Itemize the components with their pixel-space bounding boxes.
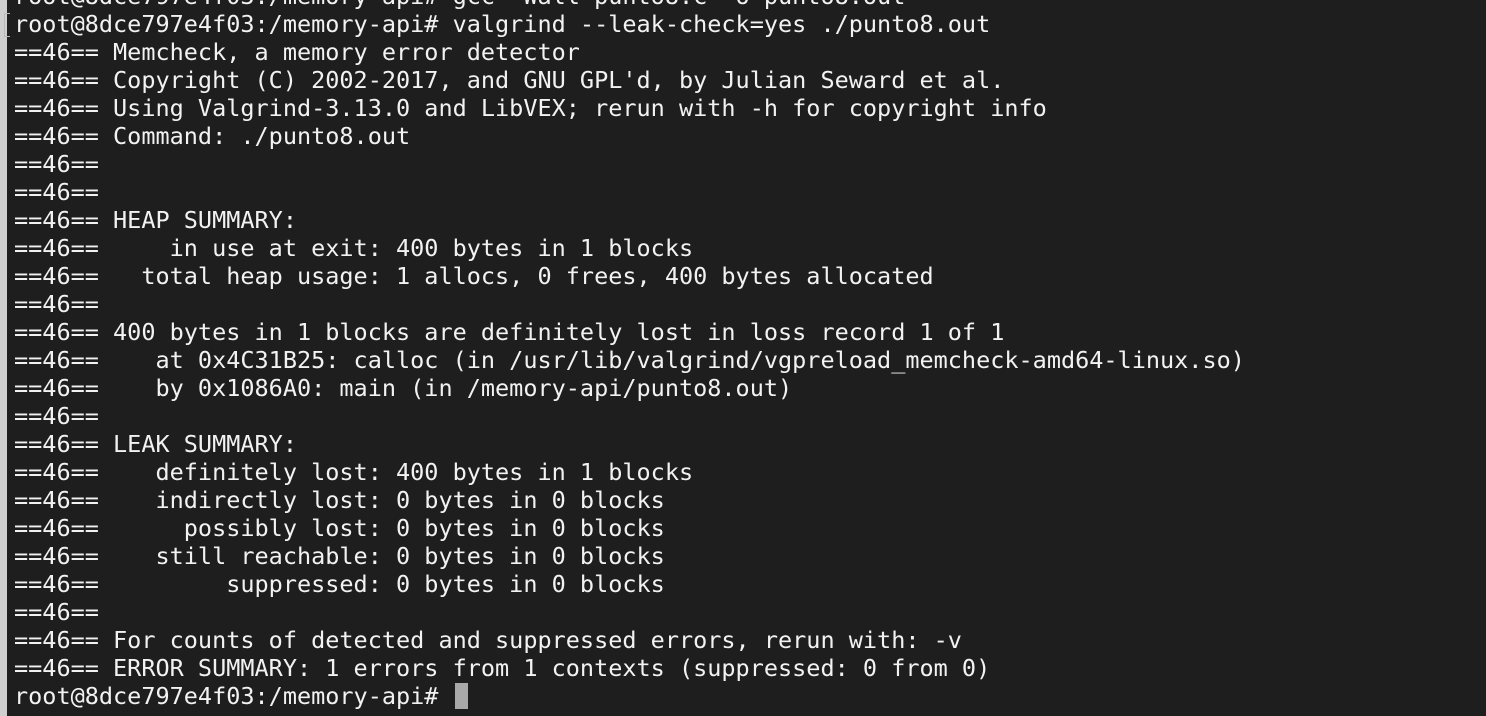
output-line: ==46== Command: ./punto8.out — [14, 122, 411, 150]
output-line: ==46== indirectly lost: 0 bytes in 0 blo… — [14, 486, 665, 514]
output-line: ==46== still reachable: 0 bytes in 0 blo… — [14, 542, 665, 570]
terminal-output: root@8dce797e4f03:/memory-api# gcc -Wall… — [14, 0, 1245, 710]
output-line: ==46== Memcheck, a memory error detector — [14, 38, 580, 66]
output-line: ==46== definitely lost: 400 bytes in 1 b… — [14, 458, 694, 486]
output-line: ==46== 400 bytes in 1 blocks are definit… — [14, 318, 1005, 346]
output-line: ==46== LEAK SUMMARY: — [14, 430, 297, 458]
output-line: ==46== HEAP SUMMARY: — [14, 206, 297, 234]
output-line: ==46== For counts of detected and suppre… — [14, 626, 962, 654]
shell-prompt-line[interactable]: root@8dce797e4f03:/memory-api# — [14, 682, 1245, 710]
output-line: ==46== ERROR SUMMARY: 1 errors from 1 co… — [14, 654, 991, 682]
output-line: ==46== — [14, 290, 99, 318]
text-cursor — [454, 683, 468, 709]
output-line: ==46== possibly lost: 0 bytes in 0 block… — [14, 514, 665, 542]
output-line: ==46== — [14, 598, 99, 626]
previous-command-line: root@8dce797e4f03:/memory-api# gcc -Wall… — [14, 0, 1245, 10]
shell-prompt: root@8dce797e4f03:/memory-api# — [14, 682, 453, 710]
output-line: ==46== — [14, 178, 99, 206]
output-line: ==46== Using Valgrind-3.13.0 and LibVEX;… — [14, 94, 1047, 122]
output-line: ==46== by 0x1086A0: main (in /memory-api… — [14, 374, 793, 402]
output-line: ==46== total heap usage: 1 allocs, 0 fre… — [14, 262, 934, 290]
command-mark-bracket — [4, 13, 10, 37]
output-line: ==46== — [14, 150, 99, 178]
background-window-edge — [0, 0, 7, 716]
terminal-window[interactable]: root@8dce797e4f03:/memory-api# gcc -Wall… — [0, 0, 1486, 716]
output-line: ==46== — [14, 402, 99, 430]
output-line: ==46== in use at exit: 400 bytes in 1 bl… — [14, 234, 694, 262]
output-line: ==46== at 0x4C31B25: calloc (in /usr/lib… — [14, 346, 1245, 374]
output-line: ==46== suppressed: 0 bytes in 0 blocks — [14, 570, 665, 598]
output-line: ==46== Copyright (C) 2002-2017, and GNU … — [14, 66, 1005, 94]
command-line: root@8dce797e4f03:/memory-api# valgrind … — [14, 10, 991, 38]
